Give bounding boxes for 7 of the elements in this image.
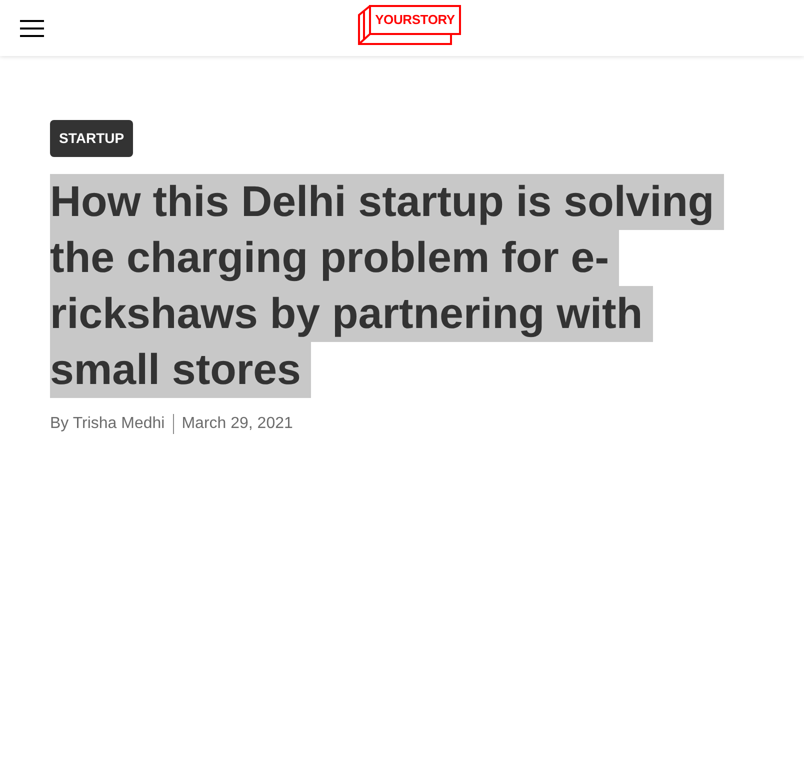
menu-button[interactable]	[20, 20, 44, 37]
menu-icon	[20, 20, 44, 37]
logo[interactable]: YOURSTORY	[358, 4, 460, 44]
author-link[interactable]: By Trisha Medhi	[50, 414, 165, 434]
category-tag[interactable]: STARTUP	[50, 120, 134, 157]
publish-date: March 29, 2021	[182, 414, 293, 434]
logo-frame-icon	[358, 4, 460, 44]
